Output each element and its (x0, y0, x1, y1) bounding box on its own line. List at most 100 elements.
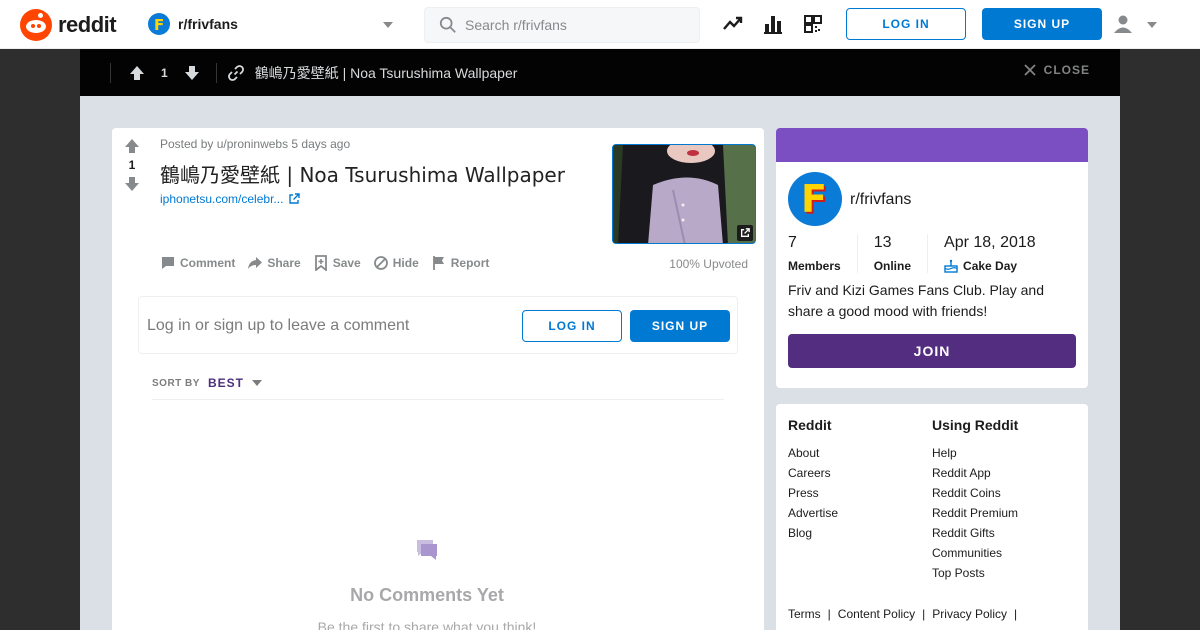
post-title-bar: 1 鶴嶋乃愛壁紙 | Noa Tsurushima Wallpaper CLOS… (80, 49, 1120, 96)
bar-vote-count: 1 (161, 65, 168, 80)
separator: | (1013, 607, 1018, 621)
sort-dropdown[interactable]: SORT BY BEST (152, 376, 262, 390)
downvote-icon[interactable] (124, 176, 140, 192)
chevron-down-icon (251, 380, 262, 386)
cake-day-label: Cake Day (963, 259, 1018, 273)
post-thumbnail[interactable] (612, 144, 756, 244)
upvote-icon[interactable] (129, 65, 145, 81)
comment-button[interactable]: Comment (160, 255, 235, 271)
post-actions: Comment Share Save Hide Report (160, 255, 501, 271)
link-reddit-premium[interactable]: Reddit Premium (932, 503, 1018, 523)
link-terms[interactable]: Terms (788, 607, 821, 621)
members-count: 7 (788, 234, 797, 251)
search-placeholder: Search r/frivfans (465, 17, 567, 33)
online-stat: 13 Online (856, 234, 927, 273)
share-button[interactable]: Share (247, 255, 301, 271)
empty-state-title: No Comments Yet (350, 585, 504, 605)
hide-icon (373, 256, 388, 270)
separator: | (922, 607, 926, 621)
search-icon (439, 16, 456, 33)
search-input[interactable]: Search r/frivfans (424, 7, 700, 43)
upvote-ratio: 100% Upvoted (669, 257, 748, 271)
link-careers[interactable]: Careers (788, 463, 838, 483)
about-community-card: F r/frivfans 7 Members 13 Online Apr 18,… (776, 128, 1088, 388)
link-help[interactable]: Help (932, 443, 1018, 463)
link-reddit-coins[interactable]: Reddit Coins (932, 483, 1018, 503)
flag-icon (432, 256, 444, 270)
cake-icon (944, 259, 958, 273)
links-heading-reddit: Reddit (788, 417, 832, 433)
reddit-wordmark: reddit (58, 12, 117, 37)
link-privacy-policy[interactable]: Privacy Policy (932, 607, 1007, 621)
save-label: Save (332, 256, 361, 270)
online-label: Online (873, 259, 912, 273)
bar-post-title: 鶴嶋乃愛壁紙 | Noa Tsurushima Wallpaper (254, 64, 518, 81)
save-button[interactable]: Save (313, 255, 361, 271)
link-content-policy[interactable]: Content Policy (838, 607, 915, 621)
close-icon (1024, 64, 1036, 76)
sort-label: SORT BY (152, 377, 200, 389)
user-menu-chevron-icon[interactable] (1147, 22, 1157, 28)
comments-icon (417, 540, 437, 560)
upvote-icon[interactable] (124, 138, 140, 154)
online-count: 13 (873, 234, 892, 251)
chevron-down-icon (383, 22, 393, 28)
login-button[interactable]: LOG IN (846, 8, 966, 40)
vote-column: 1 (122, 138, 142, 192)
link-communities[interactable]: Communities (932, 543, 1018, 563)
cake-day-value: Apr 18, 2018 (944, 234, 1036, 251)
community-stats: 7 Members 13 Online Apr 18, 2018 Cake Da… (788, 234, 1052, 273)
links-column-using-reddit: Using Reddit Help Reddit App Reddit Coin… (932, 417, 1018, 583)
link-reddit-app[interactable]: Reddit App (932, 463, 1018, 483)
post-link[interactable]: iphonetsu.com/celebr... (160, 192, 301, 206)
close-button[interactable]: CLOSE (1024, 63, 1090, 77)
downvote-icon[interactable] (184, 65, 200, 81)
report-button[interactable]: Report (431, 255, 490, 271)
comment-login-button[interactable]: LOG IN (522, 310, 622, 342)
external-link-icon (289, 193, 301, 204)
subreddit-dropdown[interactable]: F r/frivfans (148, 8, 398, 40)
link-icon (227, 64, 244, 81)
link-advertise[interactable]: Advertise (788, 503, 838, 523)
share-icon (248, 257, 263, 269)
community-banner (776, 128, 1088, 162)
posted-by: Posted by u/proninwebs 5 days ago (160, 137, 351, 151)
link-reddit-gifts[interactable]: Reddit Gifts (932, 523, 1018, 543)
subreddit-name: r/frivfans (178, 16, 238, 32)
external-link-icon (737, 225, 753, 241)
comment-login-text: Log in or sign up to leave a comment (147, 317, 410, 334)
link-about[interactable]: About (788, 443, 838, 463)
trending-icon[interactable] (722, 13, 744, 35)
stats-icon[interactable] (762, 13, 784, 35)
hide-button[interactable]: Hide (373, 255, 419, 271)
sort-value: BEST (207, 376, 244, 390)
reddit-snoo-icon (20, 9, 52, 41)
cake-day-stat: Apr 18, 2018 Cake Day (927, 234, 1052, 273)
post-title: 鶴嶋乃愛壁紙 | Noa Tsurushima Wallpaper (160, 163, 565, 187)
community-name[interactable]: r/frivfans (850, 191, 911, 209)
link-press[interactable]: Press (788, 483, 838, 503)
top-nav: reddit F r/frivfans Search r/frivfans LO… (0, 0, 1200, 49)
community-avatar: F (788, 172, 842, 226)
thumbnail-image (613, 145, 755, 243)
post-link-text: iphonetsu.com/celebr... (160, 192, 284, 206)
bookmark-icon (314, 255, 327, 271)
reddit-logo[interactable]: reddit (20, 9, 117, 41)
hide-label: Hide (392, 256, 419, 270)
policy-links: Terms | Content Policy | Privacy Policy … (788, 607, 1024, 621)
members-label: Members (788, 259, 841, 273)
community-icon[interactable] (802, 13, 824, 35)
close-label: CLOSE (1043, 63, 1090, 77)
report-label: Report (450, 256, 490, 270)
signup-button[interactable]: SIGN UP (982, 8, 1102, 40)
link-blog[interactable]: Blog (788, 523, 838, 543)
comment-icon (162, 257, 174, 269)
links-column-reddit: Reddit About Careers Press Advertise Blo… (788, 417, 838, 543)
comment-signup-button[interactable]: SIGN UP (630, 310, 730, 342)
link-top-posts[interactable]: Top Posts (932, 563, 1018, 583)
user-icon[interactable] (1113, 14, 1133, 34)
members-stat: 7 Members (788, 234, 857, 273)
join-button[interactable]: JOIN (788, 334, 1076, 368)
cake-day-label-row: Cake Day (944, 259, 1036, 273)
share-label: Share (267, 256, 301, 270)
